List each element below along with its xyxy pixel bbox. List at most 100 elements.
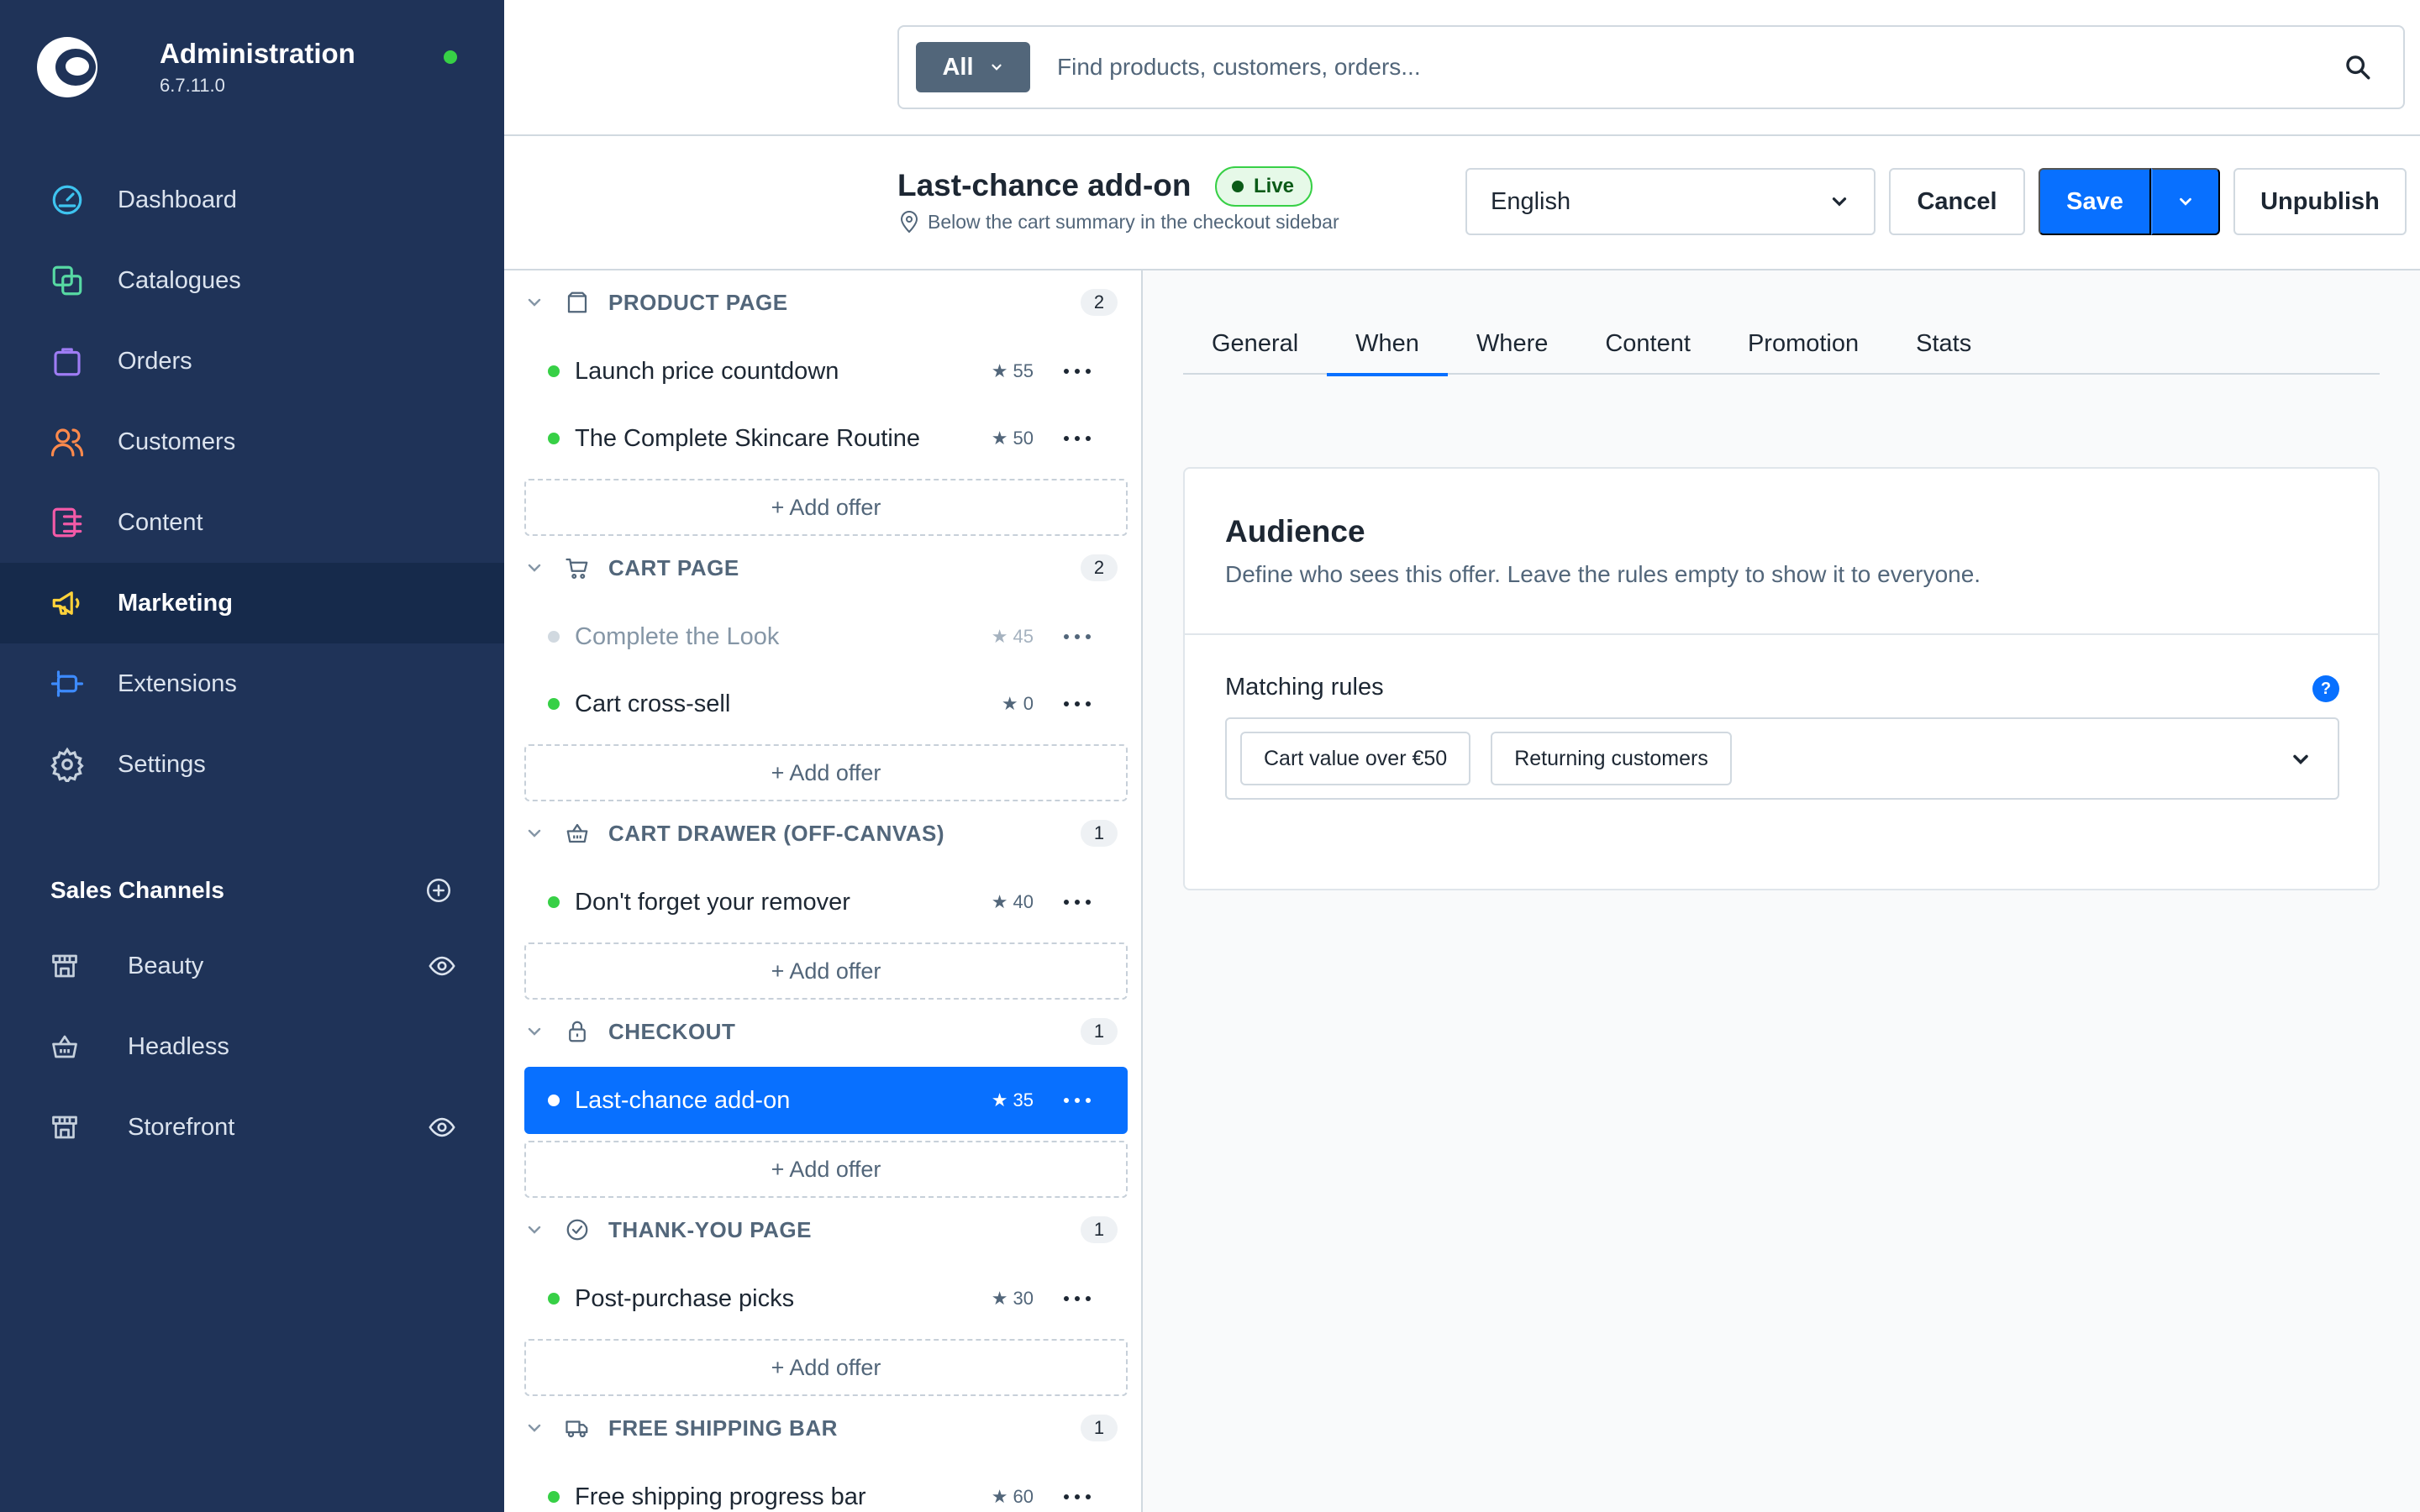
brand[interactable]: Administration 6.7.11.0 [37,37,355,97]
add-offer-button[interactable]: + Add offer [524,942,1128,1000]
nav-item-customers[interactable]: Customers [0,402,504,482]
rule-chip[interactable]: Cart value over €50 [1240,732,1471,785]
offer-row-complete-the-look[interactable]: Complete the Look ★ 45 [524,603,1128,670]
offer-priority: ★ 30 [991,1288,1034,1309]
truck-icon [563,1414,592,1442]
group-title: THANK-YOU PAGE [608,1216,812,1242]
search-filter-label: All [942,53,974,81]
more-options-icon[interactable] [1064,1294,1091,1303]
nav-item-marketing[interactable]: Marketing [0,563,504,643]
offer-row-launch-price-countdown[interactable]: Launch price countdown ★ 55 [524,338,1128,405]
tab-where[interactable]: Where [1448,312,1576,375]
more-options-icon[interactable] [1064,898,1091,906]
offer-row-last-chance-add-on[interactable]: Last-chance add-on ★ 35 [524,1067,1128,1134]
chevron-down-icon [2180,197,2191,206]
top-bar: All [504,0,2420,136]
product-page-icon [563,288,592,317]
sales-channel-label: Storefront [128,1113,235,1141]
nav-item-settings[interactable]: Settings [0,724,504,805]
add-sales-channel-icon[interactable] [424,875,454,906]
main-nav: Dashboard Catalogues Orders Customers Co… [0,160,504,805]
more-options-icon[interactable] [1064,434,1091,443]
tab-when[interactable]: When [1327,312,1448,376]
offer-name: Last-chance add-on [575,1086,791,1114]
nav-item-catalogues[interactable]: Catalogues [0,240,504,321]
chevron-down-icon[interactable] [2289,748,2312,771]
inactive-dot [548,631,560,643]
group-header-cart-drawer[interactable]: CART DRAWER (OFF-CANVAS) 1 [504,808,1141,858]
offer-row-complete-skincare-routine[interactable]: The Complete Skincare Routine ★ 50 [524,405,1128,472]
location-pin-icon [900,211,918,234]
add-offer-button[interactable]: + Add offer [524,479,1128,536]
save-options-button[interactable] [2151,168,2220,235]
group-count: 1 [1081,820,1118,847]
nav-item-content[interactable]: Content [0,482,504,563]
nav-item-orders[interactable]: Orders [0,321,504,402]
group-header-product-page[interactable]: PRODUCT PAGE 2 [504,277,1141,328]
offer-priority: ★ 35 [991,1089,1034,1110]
help-icon[interactable]: ? [2312,675,2339,702]
more-options-icon[interactable] [1064,1096,1091,1105]
eye-icon[interactable] [427,1112,457,1142]
offer-name: The Complete Skincare Routine [575,424,921,452]
tab-promotion[interactable]: Promotion [1719,312,1887,375]
eye-icon[interactable] [427,951,457,981]
audience-card: Audience Define who sees this offer. Lea… [1183,467,2380,890]
more-options-icon[interactable] [1064,700,1091,708]
offer-row-post-purchase-picks[interactable]: Post-purchase picks ★ 30 [524,1265,1128,1332]
more-options-icon[interactable] [1064,1493,1091,1501]
unpublish-button[interactable]: Unpublish [2233,168,2407,235]
offer-name: Complete the Look [575,622,780,650]
language-value: English [1491,187,1571,215]
offer-priority: ★ 60 [991,1486,1034,1507]
add-offer-button[interactable]: + Add offer [524,744,1128,801]
tab-content[interactable]: Content [1576,312,1719,375]
nav-label: Orders [118,347,192,375]
offer-priority: ★ 55 [991,360,1034,381]
active-dot [548,896,560,908]
offer-row-free-shipping-progress-bar[interactable]: Free shipping progress bar ★ 60 [524,1463,1128,1512]
sales-channel-headless[interactable]: Headless [0,1006,504,1087]
tab-stats[interactable]: Stats [1887,312,2000,375]
sales-channels-header: Sales Channels [50,874,454,907]
dashboard-icon [49,181,86,218]
app-title: Administration [160,38,355,69]
brand-text: Administration 6.7.11.0 [160,38,355,97]
search-input[interactable] [1057,54,2333,81]
offer-row-dont-forget-remover[interactable]: Don't forget your remover ★ 40 [524,869,1128,936]
language-select[interactable]: English [1465,168,1876,235]
cart-icon [563,554,592,582]
chevron-down-icon [524,823,544,843]
group-header-cart-page[interactable]: CART PAGE 2 [504,543,1141,593]
offer-row-cart-cross-sell[interactable]: Cart cross-sell ★ 0 [524,670,1128,738]
offer-name: Free shipping progress bar [575,1483,866,1510]
matching-rules-select[interactable]: Cart value over €50 Returning customers [1225,717,2339,800]
cancel-button[interactable]: Cancel [1889,168,2025,235]
active-dot [548,1095,560,1106]
more-options-icon[interactable] [1064,367,1091,375]
global-search: All [897,25,2405,109]
group-title: PRODUCT PAGE [608,289,788,315]
chevron-down-icon [989,60,1004,75]
add-offer-button[interactable]: + Add offer [524,1339,1128,1396]
nav-label: Customers [118,428,236,455]
more-options-icon[interactable] [1064,633,1091,641]
group-header-free-shipping-bar[interactable]: FREE SHIPPING BAR 1 [504,1403,1141,1453]
rule-chip[interactable]: Returning customers [1491,732,1732,785]
group-header-checkout[interactable]: CHECKOUT 1 [504,1006,1141,1057]
status-label: Live [1254,175,1295,197]
nav-item-extensions[interactable]: Extensions [0,643,504,724]
divider [1185,633,2378,635]
offer-location: Below the cart summary in the checkout s… [899,210,1339,234]
status-badge: Live [1215,166,1313,207]
search-icon[interactable] [2333,42,2383,92]
sales-channel-beauty[interactable]: Beauty [0,926,504,1006]
tab-general[interactable]: General [1183,312,1327,375]
search-filter-dropdown[interactable]: All [916,42,1030,92]
nav-item-dashboard[interactable]: Dashboard [0,160,504,240]
group-header-thank-you-page[interactable]: THANK-YOU PAGE 1 [504,1205,1141,1255]
save-button[interactable]: Save [2039,168,2151,235]
active-dot [548,433,560,444]
add-offer-button[interactable]: + Add offer [524,1141,1128,1198]
sales-channel-storefront[interactable]: Storefront [0,1087,504,1168]
